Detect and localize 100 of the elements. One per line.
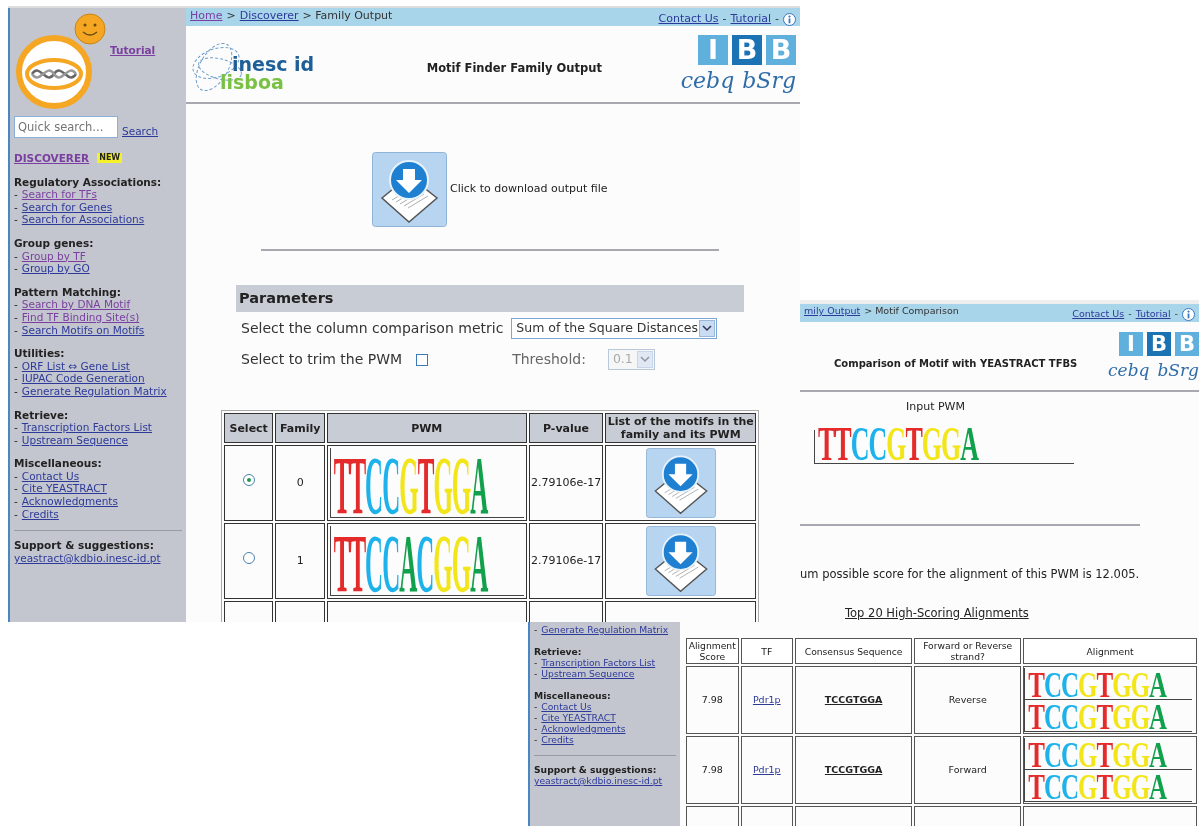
logo-letter: T — [1096, 671, 1113, 698]
sidebar-link[interactable]: Acknowledgments — [541, 723, 626, 734]
logo-letter: C — [1061, 773, 1079, 800]
alignments-link[interactable]: Top 20 High-Scoring Alignments — [845, 604, 1199, 622]
sidebar-link[interactable]: Cite YEASTRACT — [21, 482, 107, 496]
email-link[interactable]: yeastract@kdbio.inesc-id.pt — [14, 551, 161, 564]
logo-letter: G — [1078, 703, 1097, 730]
info-icon[interactable] — [783, 12, 796, 26]
bullet-text: - — [14, 213, 18, 226]
nav-link[interactable]: Contact Us — [1072, 307, 1125, 322]
logo-letter: T — [818, 425, 835, 462]
table-cell: Forward — [914, 736, 1022, 804]
bullet-text: - — [14, 249, 18, 263]
logo-letter: C — [1043, 703, 1061, 730]
new-badge: NEW — [97, 153, 123, 164]
logo-letter: C — [1061, 671, 1079, 698]
sidebar-link[interactable]: Contact Us — [541, 701, 592, 712]
sidebar-link[interactable]: Credits — [21, 507, 59, 521]
logo-letter: G — [1078, 773, 1097, 800]
sidebar-link[interactable]: Group by GO — [21, 262, 90, 275]
page-title: Motif Finder Family Output — [425, 60, 603, 78]
bullet-text: - — [14, 421, 18, 434]
bullet-text: - — [14, 310, 18, 324]
nav-link[interactable]: Contact Us — [658, 11, 719, 28]
download-button[interactable] — [645, 448, 716, 518]
sidebar-link[interactable]: Credits — [541, 734, 574, 745]
bullet-text: - — [14, 384, 18, 398]
sidebar-link[interactable]: ORF List ⇔ Gene List — [21, 359, 130, 373]
sidebar-link[interactable]: Search Motifs on Motifs — [21, 323, 145, 337]
bullet-text: - — [14, 298, 18, 311]
sidebar-link[interactable]: Search by DNA Motif — [21, 298, 131, 311]
sidebar-link[interactable]: Generate Regulation Matrix — [21, 384, 167, 398]
breadcrumb-link[interactable]: mily Output — [804, 304, 861, 319]
logo-letter: A — [399, 534, 417, 594]
logo-letter: G — [1130, 773, 1150, 800]
logo-letter: T — [1096, 773, 1113, 800]
tf-link[interactable]: Pdr1p — [752, 693, 781, 705]
breadcrumb-link[interactable]: Discoverer — [239, 8, 299, 25]
nav-link[interactable]: Tutorial — [730, 11, 771, 28]
sidebar-link[interactable]: Transcription Factors List — [541, 657, 656, 668]
sidebar-link[interactable]: Transcription Factors List — [21, 421, 152, 434]
logo-letter: G — [1130, 741, 1150, 768]
discoverer-link[interactable]: DISCOVERER — [14, 152, 90, 165]
radio-button[interactable] — [242, 474, 255, 487]
logo-letter: T — [1096, 741, 1113, 768]
sidebar-link[interactable]: Upstream Sequence — [21, 433, 129, 447]
email-link[interactable]: yeastract@kdbio.inesc-id.pt — [534, 775, 663, 786]
column-header: TF — [740, 638, 794, 664]
download-button[interactable] — [372, 152, 447, 227]
consensus-text: TCCGTGGA — [824, 763, 883, 775]
logo-letter: G — [1112, 703, 1131, 730]
logo-letter: G — [1078, 741, 1097, 768]
logo-letter: G — [1130, 671, 1150, 698]
logo-letter: T — [1096, 703, 1113, 730]
sidebar-link[interactable]: Upstream Sequence — [541, 668, 635, 679]
metric-select[interactable]: Sum of the Square Distances — [511, 318, 718, 339]
tutorial-link[interactable]: Tutorial — [110, 44, 156, 57]
logo-letter: C — [1061, 703, 1079, 730]
sidebar-link[interactable]: Search for Associations — [21, 213, 145, 226]
logo-letter: G — [399, 456, 418, 516]
breadcrumb-text: > Motif Comparison — [864, 304, 959, 318]
bullet-text: - — [534, 712, 538, 723]
sidebar-link[interactable]: Cite YEASTRACT — [541, 712, 616, 723]
download-button[interactable] — [645, 526, 716, 596]
logo-letter: G — [1130, 703, 1150, 730]
logo-letter: A — [470, 456, 488, 516]
table-cell: Reverse — [914, 666, 1022, 734]
sidebar-link[interactable]: IUPAC Code Generation — [21, 372, 145, 385]
logo-letter: G — [451, 534, 471, 594]
download-text: Click to download output file — [450, 181, 608, 198]
bullet-text: - — [534, 723, 538, 734]
bullet-text: - — [534, 734, 538, 745]
sidebar-link[interactable]: Generate Regulation Matrix — [541, 624, 669, 635]
nav-link[interactable]: Tutorial — [1135, 307, 1171, 322]
logo-letter: C — [382, 456, 400, 516]
bullet-text: - — [14, 323, 18, 337]
sidebar-link[interactable]: Search for Genes — [21, 200, 113, 214]
separator-text: - — [722, 11, 727, 27]
sidebar-link[interactable]: Find TF Binding Site(s) — [21, 310, 140, 324]
sidebar-link[interactable]: Group by TF — [21, 249, 86, 263]
info-icon[interactable] — [1182, 307, 1195, 321]
logo-tile: B — [1147, 332, 1171, 356]
sidebar-link[interactable]: Contact Us — [21, 469, 80, 483]
trim-checkbox[interactable] — [416, 353, 429, 366]
sidebar-link[interactable]: Search for TFs — [21, 188, 97, 201]
caret-icon — [699, 320, 716, 337]
radio-button[interactable] — [242, 552, 255, 565]
logo-letter: C — [850, 425, 869, 462]
bullet-text: - — [14, 200, 18, 214]
page-title: Comparison of Motif with YEASTRACT TFBS — [834, 356, 1079, 371]
caret-icon — [636, 351, 653, 368]
consensus-text: TCCGTGGA — [824, 693, 883, 705]
sidebar-link[interactable]: Acknowledgments — [21, 495, 118, 508]
logo-letter: C — [1043, 773, 1061, 800]
tf-link[interactable]: Pdr1p — [752, 763, 781, 775]
logo-letter: T — [333, 456, 350, 516]
search-link[interactable]: Search — [122, 125, 159, 138]
logo-tile: B — [766, 35, 796, 65]
breadcrumb-link[interactable]: Home — [190, 8, 223, 25]
search-field[interactable]: Quick search... — [14, 116, 118, 138]
